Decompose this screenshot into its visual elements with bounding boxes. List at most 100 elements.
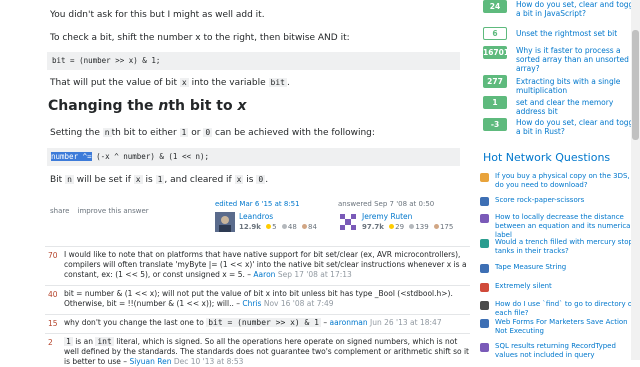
site-icon bbox=[480, 214, 489, 223]
hot-question-title[interactable]: Extremely silent bbox=[495, 282, 640, 291]
scrollbar[interactable] bbox=[631, 0, 640, 360]
rep-score: 97.7k bbox=[362, 223, 384, 231]
selected-code[interactable]: number ^= bbox=[51, 152, 92, 161]
scrollbar-thumb[interactable] bbox=[632, 30, 639, 140]
gold-count: 5 bbox=[272, 223, 277, 231]
edited-date[interactable]: edited Mar 6 '15 at 8:51 bbox=[215, 200, 300, 208]
site-icon bbox=[480, 197, 489, 206]
answer-count-badge: 16701 bbox=[483, 46, 510, 59]
hot-question-title[interactable]: How do I use `find` to go to directory o… bbox=[495, 300, 640, 318]
code-rest[interactable]: (-x ^ number) & (1 << n); bbox=[92, 152, 209, 161]
check-result: That will put the value of bit x into th… bbox=[50, 78, 290, 88]
answer-intro: You didn't ask for this but I might as w… bbox=[50, 10, 265, 20]
inline-code: x bbox=[234, 175, 244, 184]
answer-column: You didn't ask for this but I might as w… bbox=[0, 0, 475, 366]
answer-count-badge: -3 bbox=[483, 118, 507, 131]
text-part: . bbox=[286, 78, 290, 88]
comment-author[interactable]: Aaron bbox=[253, 270, 275, 279]
answer-count-badge: 6 bbox=[483, 27, 507, 40]
check-code: bit = (number >> x) & 1; bbox=[52, 56, 161, 65]
inline-code: 1 bbox=[179, 128, 189, 137]
hot-question-title[interactable]: Tape Measure String bbox=[495, 263, 640, 272]
linked-question[interactable]: 277 Extracting bits with a single multip… bbox=[483, 75, 640, 95]
hot-question-title[interactable]: Score rock-paper-scissors bbox=[495, 196, 640, 205]
text-part: . bbox=[265, 175, 269, 185]
comment-score: 2 bbox=[48, 338, 53, 347]
comment-date[interactable]: Nov 16 '08 at 7:49 bbox=[264, 299, 334, 308]
inline-code: int bbox=[95, 337, 114, 346]
hot-network-title[interactable]: Hot Network Questions bbox=[483, 151, 610, 164]
bronze-count: 175 bbox=[439, 223, 454, 231]
text-part: or bbox=[191, 128, 201, 138]
site-icon bbox=[480, 319, 489, 328]
site-icon bbox=[480, 239, 489, 248]
comment-author[interactable]: aaronman bbox=[330, 318, 368, 327]
hot-question-title[interactable]: How to locally decrease the distance bet… bbox=[495, 213, 640, 240]
linked-question[interactable]: 6 Unset the rightmost set bit bbox=[483, 27, 640, 45]
inline-code: n bbox=[102, 128, 112, 137]
rep-score: 12.9k bbox=[239, 223, 261, 231]
comment-text: 1 is an int literal, which is signed. So… bbox=[64, 337, 469, 366]
site-icon bbox=[480, 173, 489, 182]
linked-question-title[interactable]: Unset the rightmost set bit bbox=[516, 29, 640, 38]
share-link[interactable]: share bbox=[50, 207, 69, 215]
answered-date[interactable]: answered Sep 7 '08 at 0:50 bbox=[338, 200, 434, 208]
site-icon bbox=[480, 264, 489, 273]
comment-date[interactable]: Sep 17 '08 at 17:13 bbox=[278, 270, 352, 279]
change-code[interactable]: number ^= (-x ^ number) & (1 << n); bbox=[51, 152, 209, 161]
inline-code: bit = (number >> x) & 1 bbox=[206, 318, 321, 327]
hot-question-title[interactable]: If you buy a physical copy on the 3DS, d… bbox=[495, 172, 640, 190]
site-icon bbox=[480, 301, 489, 310]
comment-score: 40 bbox=[48, 290, 58, 299]
site-icon bbox=[480, 283, 489, 292]
linked-question[interactable]: 16701 Why is it faster to process a sort… bbox=[483, 46, 640, 73]
comment-text: why don't you change the last one to bit… bbox=[64, 318, 442, 327]
linked-question-title[interactable]: Why is it faster to process a sorted arr… bbox=[516, 46, 640, 73]
linked-question-title[interactable]: How do you set, clear and toggle a bit i… bbox=[516, 118, 640, 136]
heading-var: x bbox=[237, 98, 247, 114]
check-code-block: bit = (number >> x) & 1; bbox=[47, 52, 460, 70]
comment-date[interactable]: Dec 10 '13 at 8:53 bbox=[174, 357, 244, 366]
linked-question-title[interactable]: Extracting bits with a single multiplica… bbox=[516, 77, 640, 95]
post-menu: share improve this answer bbox=[50, 198, 149, 217]
linked-question[interactable]: 24 How do you set, clear and toggle a bi… bbox=[483, 0, 640, 18]
text-part: is bbox=[246, 175, 254, 185]
linked-question-title[interactable]: How do you set, clear and toggle a bit i… bbox=[516, 0, 640, 18]
bronze-count: 84 bbox=[308, 223, 317, 231]
comment-date[interactable]: Jun 26 '13 at 18:47 bbox=[370, 318, 442, 327]
improve-answer-link[interactable]: improve this answer bbox=[78, 207, 149, 215]
linked-question[interactable]: 1 set and clear the memory address bit bbox=[483, 96, 640, 116]
author-avatar[interactable] bbox=[338, 212, 358, 232]
silver-count: 48 bbox=[287, 223, 297, 231]
comment-author[interactable]: Chris bbox=[242, 299, 261, 308]
linked-question[interactable]: -3 How do you set, clear and toggle a bi… bbox=[483, 118, 640, 136]
silver-count: 139 bbox=[415, 223, 429, 231]
linked-question-title[interactable]: set and clear the memory address bit bbox=[516, 98, 640, 116]
text-part: Bit bbox=[50, 175, 63, 185]
hot-question-title[interactable]: Would a trench filled with mercury stop … bbox=[495, 238, 640, 256]
inline-code: 0 bbox=[256, 175, 266, 184]
avatar-image bbox=[215, 212, 235, 232]
comment-body: is an bbox=[75, 337, 93, 346]
author-reputation: 97.7k 29 139 175 bbox=[362, 223, 453, 231]
hot-question-title[interactable]: SQL results returning RecordTyped values… bbox=[495, 342, 640, 360]
hot-question-title[interactable]: Web Forms For Marketers Save Action Not … bbox=[495, 318, 640, 336]
comment-author[interactable]: Siyuan Ren bbox=[129, 357, 171, 366]
author-name[interactable]: Jeremy Ruten bbox=[362, 212, 412, 221]
inline-code: 0 bbox=[203, 128, 213, 137]
editor-avatar[interactable] bbox=[215, 212, 235, 232]
text-part: into the variable bbox=[191, 78, 266, 88]
heading-part: Changing the bbox=[48, 98, 159, 114]
gold-badge-icon bbox=[389, 224, 395, 229]
editor-signature: edited Mar 6 '15 at 8:51 Leandros 12.9k … bbox=[215, 200, 333, 236]
change-code-block[interactable]: number ^= (-x ^ number) & (1 << n); bbox=[47, 148, 460, 166]
inline-code: 1 bbox=[64, 337, 73, 346]
bronze-badge-icon bbox=[433, 224, 439, 229]
answer-count-badge: 1 bbox=[483, 96, 507, 109]
author-signature: answered Sep 7 '08 at 0:50 Jeremy Ruten … bbox=[338, 200, 468, 236]
editor-name[interactable]: Leandros bbox=[239, 212, 273, 221]
avatar-image bbox=[338, 212, 358, 232]
comment-score: 70 bbox=[48, 251, 58, 260]
gold-badge-icon bbox=[266, 224, 272, 229]
heading-part: th bit to bbox=[168, 98, 238, 114]
